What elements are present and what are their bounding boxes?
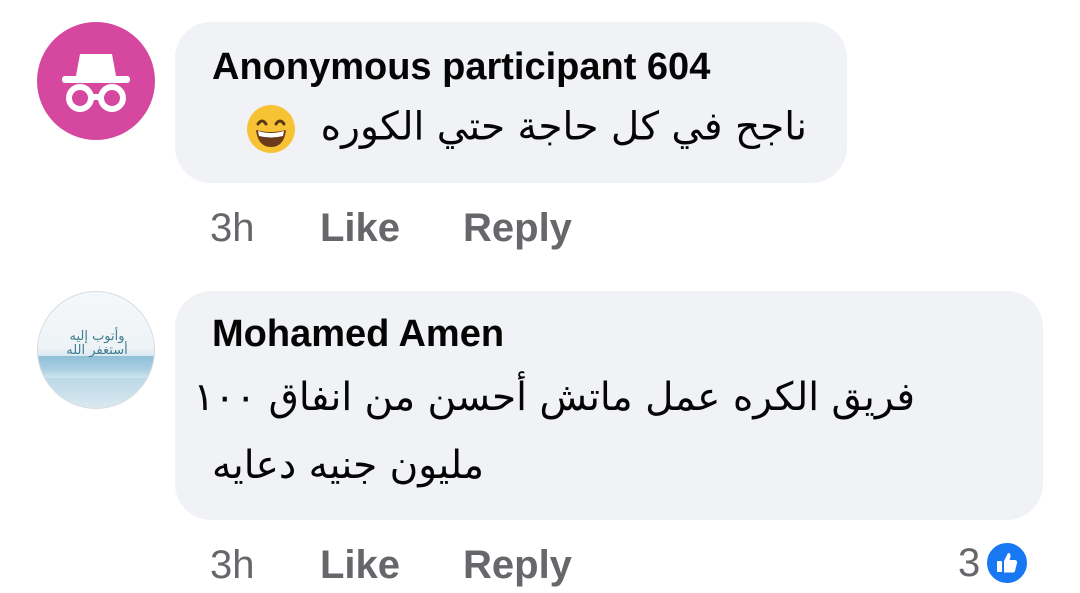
avatar-calligraphy: وأتوب إليه أستغفر الله [66, 329, 128, 358]
comment-author[interactable]: Anonymous participant 604 [212, 46, 710, 89]
comment-author[interactable]: Mohamed Amen [212, 313, 504, 356]
avatar-sea [38, 356, 154, 378]
comment-text-line-2: مليون جنيه دعايه [212, 443, 484, 488]
comment-text: ناجح في كل حاجة حتي الكوره [246, 104, 807, 154]
comment-text-content: ناجح في كل حاجة حتي الكوره [320, 104, 807, 150]
like-button[interactable]: Like [320, 206, 400, 251]
comment-text-line-1: فريق الكره عمل ماتش أحسن من انفاق ١٠٠ [193, 375, 915, 420]
incognito-icon [62, 54, 130, 112]
like-button[interactable]: Like [320, 543, 400, 588]
reply-button[interactable]: Reply [463, 206, 572, 251]
grinning-face-icon [247, 105, 296, 153]
avatar[interactable]: وأتوب إليه أستغفر الله [37, 291, 155, 409]
comment-timestamp[interactable]: 3h [210, 543, 255, 588]
comment-bubble: Anonymous participant 604 ناجح في كل حاج… [175, 22, 847, 183]
reply-button[interactable]: Reply [463, 543, 572, 588]
reaction-count: 3 [958, 540, 981, 585]
avatar[interactable] [37, 22, 155, 140]
comment-bubble: Mohamed Amen فريق الكره عمل ماتش أحسن من… [175, 291, 1043, 520]
reaction-summary[interactable]: 3 [958, 540, 1031, 586]
thumbs-up-icon [984, 540, 1031, 586]
comment-timestamp[interactable]: 3h [210, 206, 255, 251]
